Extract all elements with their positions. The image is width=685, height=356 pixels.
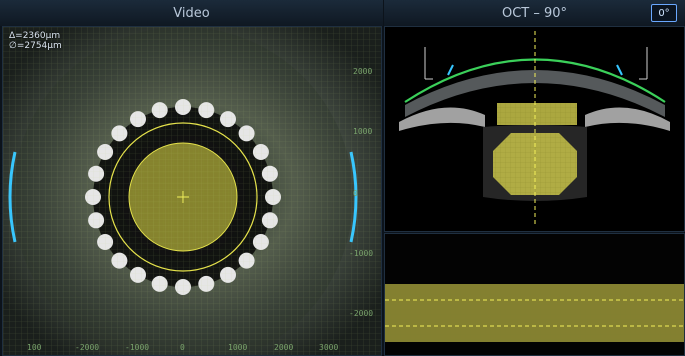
x-tick-label: -2000 — [75, 343, 100, 352]
measurement-line: Δ=2360µm — [9, 31, 61, 41]
x-tick-label: 0 — [180, 343, 185, 352]
video-panel-title-bar: Video — [0, 0, 383, 26]
x-tick-label: 2000 — [274, 343, 294, 352]
y-tick-label: 1000 — [353, 127, 373, 136]
y-tick-label: -2000 — [349, 309, 374, 318]
app-frame: Video OCT – 90° 0° Δ=2360µm ∅=2754µm 100… — [0, 0, 685, 356]
oct-panel-title: OCT – 90° — [501, 5, 568, 21]
oct-secondary-canvas — [385, 234, 684, 355]
video-grid-overlay — [3, 27, 381, 355]
angle-toggle-label: 0° — [658, 7, 670, 19]
fragmentation-band-grid — [385, 284, 684, 342]
capsulotomy-grid — [497, 103, 577, 125]
y-tick-label: 0 — [353, 189, 358, 198]
x-tick-label: 1000 — [228, 343, 248, 352]
oct-panel-title-bar: OCT – 90° 0° — [384, 0, 685, 26]
x-tick-label: 3000 — [319, 343, 339, 352]
y-tick-label: -1000 — [349, 249, 374, 258]
video-view[interactable]: Δ=2360µm ∅=2754µm 100 -2000 -1000 0 1000… — [2, 26, 382, 356]
y-tick-label: 2000 — [353, 67, 373, 76]
video-canvas — [3, 27, 381, 355]
angle-toggle-button[interactable]: 0° — [651, 4, 677, 22]
x-tick-label: 100 — [27, 343, 42, 352]
oct-secondary-view[interactable] — [384, 233, 685, 356]
measurement-readout: Δ=2360µm ∅=2754µm — [9, 31, 62, 51]
x-tick-label: -1000 — [125, 343, 150, 352]
oct-cross-section-view[interactable] — [384, 26, 685, 232]
measurement-line: ∅=2754µm — [9, 41, 62, 51]
oct-canvas — [385, 27, 684, 231]
video-panel-title: Video — [173, 5, 210, 21]
